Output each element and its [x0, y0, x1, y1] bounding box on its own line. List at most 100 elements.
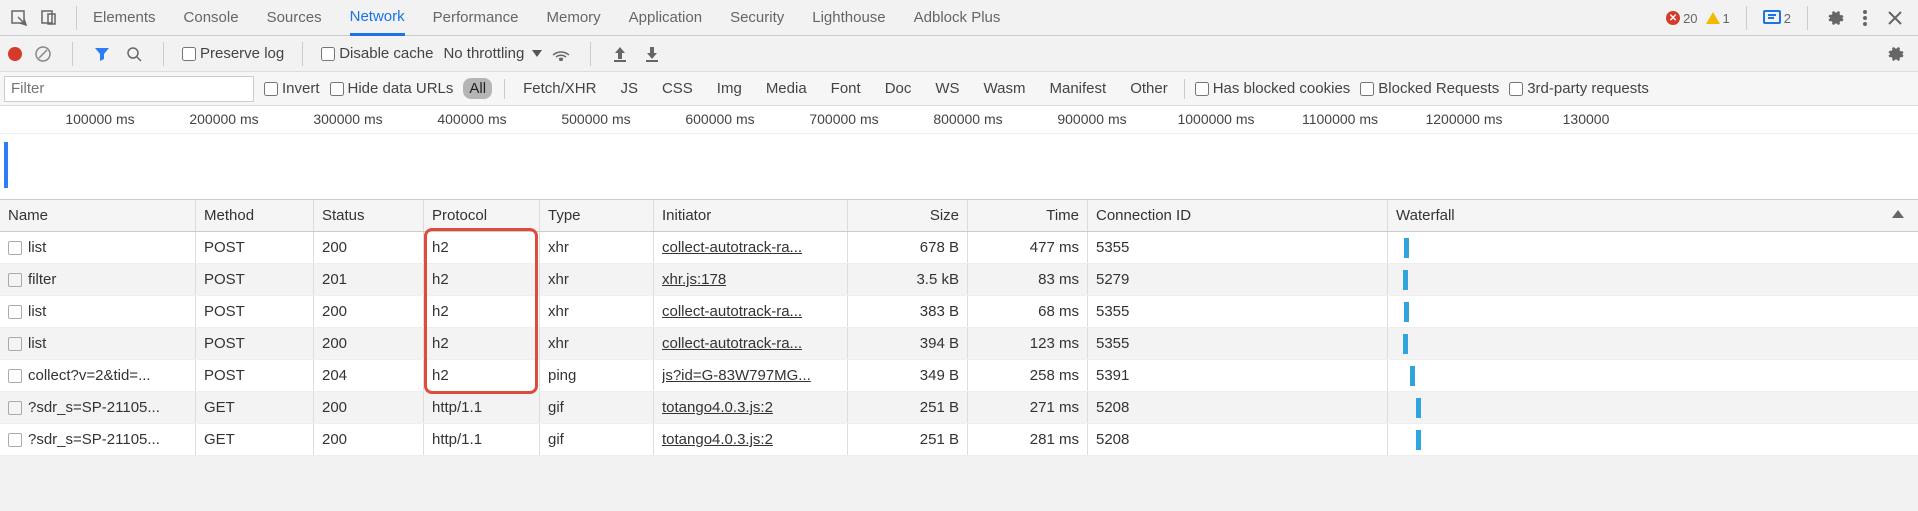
col-status[interactable]: Status [314, 200, 424, 231]
tab-security[interactable]: Security [730, 0, 784, 36]
clear-icon[interactable] [32, 43, 54, 65]
cell-connection-id: 5391 [1088, 360, 1388, 391]
tab-performance[interactable]: Performance [433, 0, 519, 36]
dropdown-icon[interactable] [532, 50, 542, 57]
separator [504, 79, 505, 99]
col-name[interactable]: Name [0, 200, 196, 231]
col-type[interactable]: Type [540, 200, 654, 231]
filter-type-js[interactable]: JS [614, 78, 644, 99]
tab-lighthouse[interactable]: Lighthouse [812, 0, 885, 36]
filter-type-media[interactable]: Media [760, 78, 813, 99]
filter-type-img[interactable]: Img [711, 78, 748, 99]
request-name: ?sdr_s=SP-21105... [28, 431, 160, 448]
table-header-row: Name Method Status Protocol Type Initiat… [0, 200, 1918, 232]
cell-time: 123 ms [968, 328, 1088, 359]
table-row[interactable]: ?sdr_s=SP-21105...GET200http/1.1giftotan… [0, 392, 1918, 424]
tab-network[interactable]: Network [350, 0, 405, 36]
upload-icon[interactable] [609, 43, 631, 65]
request-name: list [28, 335, 46, 352]
invert-checkbox[interactable]: Invert [264, 80, 320, 97]
table-row[interactable]: listPOST200h2xhrcollect-autotrack-ra...3… [0, 296, 1918, 328]
col-size[interactable]: Size [848, 200, 968, 231]
cell-time: 68 ms [968, 296, 1088, 327]
col-protocol[interactable]: Protocol [424, 200, 540, 231]
cell-type: gif [540, 392, 654, 423]
cell-protocol: http/1.1 [424, 424, 540, 455]
col-initiator[interactable]: Initiator [654, 200, 848, 231]
search-icon[interactable] [123, 43, 145, 65]
cell-time: 83 ms [968, 264, 1088, 295]
offline-icon[interactable] [550, 43, 572, 65]
time-tick: 900000 ms [1057, 111, 1126, 127]
time-tick: 500000 ms [561, 111, 630, 127]
message-count: 2 [1784, 11, 1791, 26]
filter-type-fetchxhr[interactable]: Fetch/XHR [517, 78, 602, 99]
filter-type-css[interactable]: CSS [656, 78, 699, 99]
third-party-checkbox[interactable]: 3rd-party requests [1509, 80, 1649, 97]
warning-count-badge[interactable]: 1 [1706, 11, 1730, 26]
settings-gear-icon[interactable] [1884, 43, 1906, 65]
file-icon [8, 433, 22, 447]
filter-bar: Invert Hide data URLs All Fetch/XHR JS CSS I… [0, 72, 1918, 106]
waterfall-bar [1403, 334, 1408, 354]
col-waterfall[interactable]: Waterfall [1388, 200, 1918, 231]
record-button[interactable] [8, 47, 22, 61]
cell-connection-id: 5355 [1088, 296, 1388, 327]
initiator-link[interactable]: collect-autotrack-ra... [662, 303, 802, 320]
initiator-link[interactable]: collect-autotrack-ra... [662, 335, 802, 352]
cell-type: xhr [540, 264, 654, 295]
filter-type-ws[interactable]: WS [929, 78, 965, 99]
gear-icon[interactable] [1824, 7, 1846, 29]
tab-console[interactable]: Console [184, 0, 239, 36]
download-icon[interactable] [641, 43, 663, 65]
preserve-log-checkbox[interactable]: Preserve log [182, 45, 284, 62]
message-count-badge[interactable]: 2 [1763, 10, 1791, 26]
warning-count: 1 [1723, 11, 1730, 26]
filter-toggle-icon[interactable] [91, 43, 113, 65]
tab-sources[interactable]: Sources [267, 0, 322, 36]
hide-data-urls-checkbox[interactable]: Hide data URLs [330, 80, 454, 97]
inspect-icon[interactable] [8, 7, 30, 29]
table-row[interactable]: ?sdr_s=SP-21105...GET200http/1.1giftotan… [0, 424, 1918, 456]
error-icon: ✕ [1666, 11, 1680, 25]
initiator-link[interactable]: js?id=G-83W797MG... [662, 367, 811, 384]
disable-cache-checkbox[interactable]: Disable cache [321, 45, 433, 62]
filter-type-font[interactable]: Font [825, 78, 867, 99]
filter-input[interactable] [4, 76, 254, 102]
close-icon[interactable] [1884, 7, 1906, 29]
filter-type-wasm[interactable]: Wasm [978, 78, 1032, 99]
initiator-link[interactable]: totango4.0.3.js:2 [662, 431, 773, 448]
table-row[interactable]: filterPOST201h2xhrxhr.js:1783.5 kB83 ms5… [0, 264, 1918, 296]
request-table: Name Method Status Protocol Type Initiat… [0, 200, 1918, 456]
cell-time: 271 ms [968, 392, 1088, 423]
tab-adblock-plus[interactable]: Adblock Plus [914, 0, 1001, 36]
error-count-badge[interactable]: ✕ 20 [1666, 11, 1697, 26]
col-connection-id[interactable]: Connection ID [1088, 200, 1388, 231]
filter-type-other[interactable]: Other [1124, 78, 1174, 99]
tab-elements[interactable]: Elements [93, 0, 156, 36]
col-method[interactable]: Method [196, 200, 314, 231]
cell-method: GET [196, 392, 314, 423]
filter-type-manifest[interactable]: Manifest [1044, 78, 1113, 99]
initiator-link[interactable]: xhr.js:178 [662, 271, 726, 288]
blocked-requests-checkbox[interactable]: Blocked Requests [1360, 80, 1499, 97]
file-icon [8, 401, 22, 415]
col-time[interactable]: Time [968, 200, 1088, 231]
cell-connection-id: 5208 [1088, 392, 1388, 423]
file-icon [8, 241, 22, 255]
tab-memory[interactable]: Memory [547, 0, 601, 36]
table-row[interactable]: listPOST200h2xhrcollect-autotrack-ra...3… [0, 328, 1918, 360]
initiator-link[interactable]: collect-autotrack-ra... [662, 239, 802, 256]
filter-type-doc[interactable]: Doc [879, 78, 918, 99]
table-row[interactable]: listPOST200h2xhrcollect-autotrack-ra...6… [0, 232, 1918, 264]
device-toggle-icon[interactable] [38, 7, 60, 29]
initiator-link[interactable]: totango4.0.3.js:2 [662, 399, 773, 416]
timeline-overview[interactable]: 100000 ms200000 ms300000 ms400000 ms5000… [0, 106, 1918, 200]
kebab-icon[interactable] [1854, 7, 1876, 29]
network-toolbar: Preserve log Disable cache No throttling [0, 36, 1918, 72]
throttling-select[interactable]: No throttling [443, 45, 524, 62]
filter-type-all[interactable]: All [463, 78, 492, 99]
table-row[interactable]: collect?v=2&tid=...POST204h2pingjs?id=G-… [0, 360, 1918, 392]
tab-application[interactable]: Application [629, 0, 702, 36]
has-blocked-cookies-checkbox[interactable]: Has blocked cookies [1195, 80, 1351, 97]
